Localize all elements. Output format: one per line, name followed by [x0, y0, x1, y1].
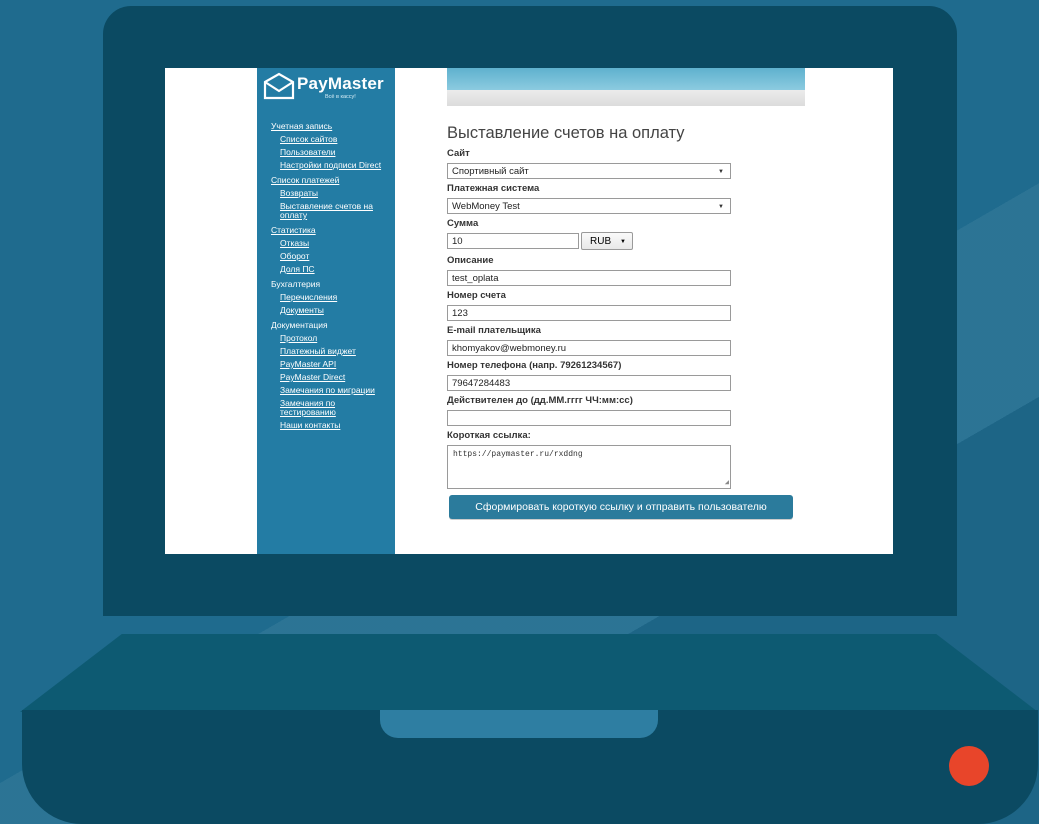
invoice-form: Сайт Спортивный сайт Платежная система W… — [447, 148, 807, 519]
amount-label: Сумма — [447, 218, 479, 229]
payer-email-label: E-mail плательщика — [447, 325, 541, 336]
laptop-lid: PayMaster Всё в кассу! Учетная запись Спи… — [103, 6, 957, 616]
sidebar-item-0-1[interactable]: Пользователи — [280, 148, 391, 157]
sidebar-section-2[interactable]: Статистика — [271, 226, 391, 235]
description-label: Описание — [447, 255, 494, 266]
currency-value: RUB — [590, 236, 612, 247]
envelope-logo-icon — [263, 72, 295, 100]
amount-input[interactable]: 10 — [447, 233, 579, 249]
laptop-keyboard-deck — [20, 634, 1038, 712]
page-left-margin — [165, 68, 257, 554]
phone-input[interactable]: 79647284483 — [447, 375, 731, 391]
sidebar-item-2-2[interactable]: Доля ПС — [280, 265, 391, 274]
currency-select[interactable]: RUB ▼ — [581, 232, 633, 250]
sidebar-item-1-1[interactable]: Выставление счетов на оплату — [280, 202, 391, 220]
site-select[interactable]: Спортивный сайт — [447, 163, 731, 180]
amount-row: 10 RUB ▼ — [447, 232, 807, 255]
power-indicator-dot — [949, 746, 989, 786]
phone-label: Номер телефона (напр. 79261234567) — [447, 360, 622, 371]
valid-until-input[interactable] — [447, 410, 731, 426]
site-label: Сайт — [447, 148, 470, 159]
sidebar-item-0-0[interactable]: Список сайтов — [280, 135, 391, 144]
payment-system-select[interactable]: WebMoney Test — [447, 198, 731, 215]
sidebar-section-0[interactable]: Учетная запись — [271, 122, 391, 131]
page-header-bar — [447, 68, 805, 90]
payer-email-input[interactable]: khomyakov@webmoney.ru — [447, 340, 731, 356]
invoice-number-label: Номер счета — [447, 290, 506, 301]
logo-name: PayMaster — [297, 74, 384, 93]
invoice-number-input[interactable]: 123 — [447, 305, 731, 321]
sidebar-section-1[interactable]: Список платежей — [271, 176, 391, 185]
sidebar-item-3-1[interactable]: Документы — [280, 306, 391, 315]
touchpad — [380, 710, 658, 738]
laptop-base — [22, 710, 1038, 824]
sidebar-item-2-0[interactable]: Отказы — [280, 239, 391, 248]
sidebar-section-4[interactable]: Документация — [271, 321, 391, 330]
sidebar-item-3-0[interactable]: Перечисления — [280, 293, 391, 302]
sidebar-nav: Учетная запись Список сайтов Пользователи Н… — [271, 116, 391, 430]
paymaster-logo[interactable]: PayMaster Всё в кассу! — [263, 72, 395, 108]
sidebar-item-4-4[interactable]: Замечания по миграции — [280, 386, 391, 395]
logo-tagline: Всё в кассу! — [325, 94, 356, 100]
chevron-down-icon: ▼ — [620, 239, 626, 245]
sidebar-item-4-6[interactable]: Наши контакты — [280, 421, 391, 430]
generate-link-button[interactable]: Сформировать короткую ссылку и отправить… — [449, 495, 793, 519]
sidebar-item-4-2[interactable]: PayMaster API — [280, 360, 391, 369]
sidebar-item-4-3[interactable]: PayMaster Direct — [280, 373, 391, 382]
short-link-label: Короткая ссылка: — [447, 430, 531, 441]
page-title: Выставление счетов на оплату — [447, 124, 685, 142]
resize-grip-icon[interactable]: ◢ — [725, 478, 729, 487]
sidebar-item-1-0[interactable]: Возвраты — [280, 189, 391, 198]
short-link-value: https://paymaster.ru/rxddng — [453, 450, 583, 459]
sidebar-section-3[interactable]: Бухгалтерия — [271, 280, 391, 289]
short-link-textarea[interactable]: https://paymaster.ru/rxddng ◢ — [447, 445, 731, 489]
sidebar-item-4-5[interactable]: Замечания по тестированию — [280, 399, 391, 417]
sidebar-item-4-0[interactable]: Протокол — [280, 334, 391, 343]
payment-system-label: Платежная система — [447, 183, 540, 194]
sidebar-item-0-2[interactable]: Настройки подписи Direct — [280, 161, 391, 170]
sidebar-item-4-1[interactable]: Платежный виджет — [280, 347, 391, 356]
laptop-screen: PayMaster Всё в кассу! Учетная запись Спи… — [165, 68, 893, 554]
description-input[interactable]: test_oplata — [447, 270, 731, 286]
sidebar-item-2-1[interactable]: Оборот — [280, 252, 391, 261]
sidebar: PayMaster Всё в кассу! Учетная запись Спи… — [257, 68, 395, 554]
page-subheader-bar — [447, 90, 805, 106]
valid-until-label: Действителен до (дд.ММ.гггг ЧЧ:мм:сс) — [447, 395, 633, 406]
